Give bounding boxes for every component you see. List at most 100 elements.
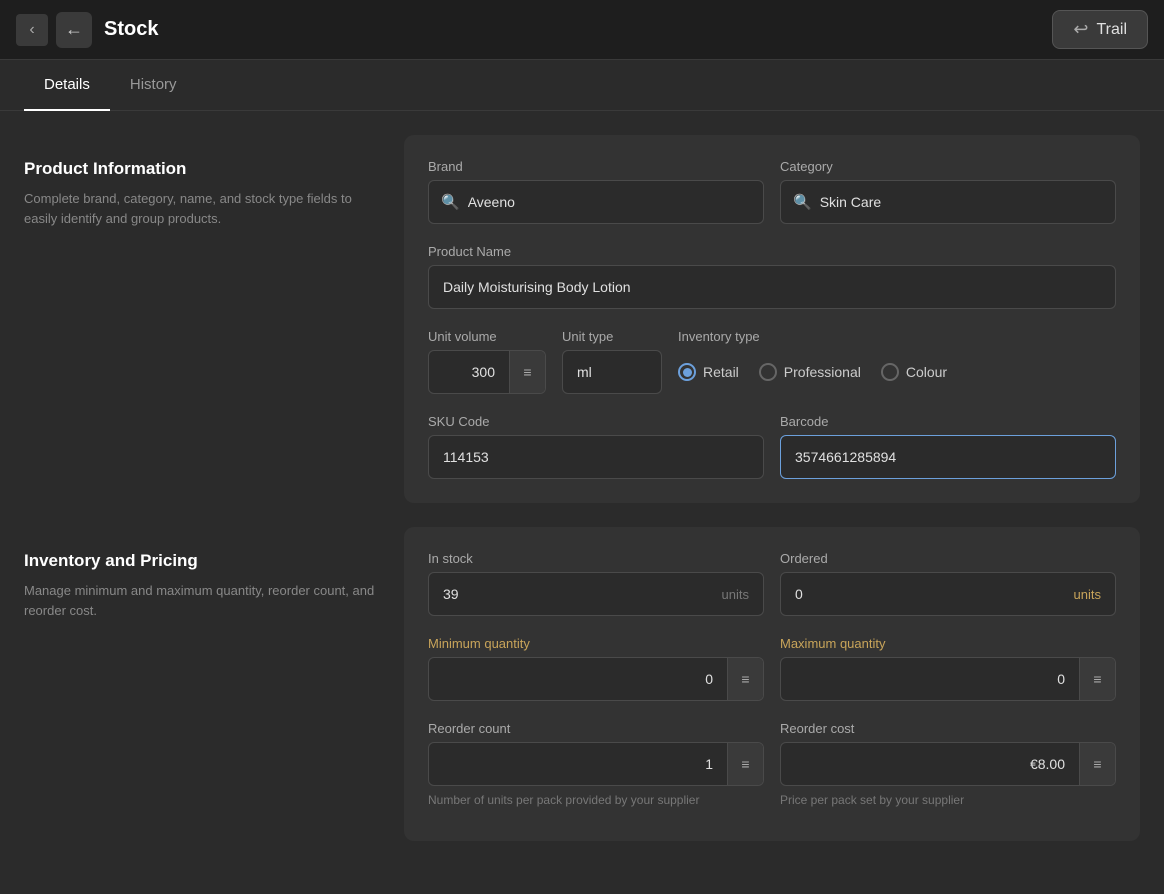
max-qty-label: Maximum quantity <box>780 636 1116 651</box>
reorder-cost-hint: Price per pack set by your supplier <box>780 792 1116 809</box>
category-label: Category <box>780 159 1116 174</box>
tab-details[interactable]: Details <box>24 60 110 111</box>
inventory-type-radio-group: Retail Professional Colour <box>678 350 1116 394</box>
radio-colour[interactable]: Colour <box>881 363 947 381</box>
tab-history[interactable]: History <box>110 60 197 111</box>
outer-nav-button[interactable]: ‹ <box>16 14 48 46</box>
unit-volume-label: Unit volume <box>428 329 546 344</box>
unit-volume-input[interactable] <box>429 364 509 380</box>
in-stock-input[interactable] <box>443 586 714 602</box>
brand-input-wrap[interactable]: 🔍 <box>428 180 764 224</box>
stepper-icon: ≡ <box>1093 756 1101 772</box>
chevron-left-icon: ‹ <box>29 21 34 39</box>
reorder-cost-field: Reorder cost ≡ Price per pack set by you… <box>780 721 1116 809</box>
reorder-cost-input[interactable] <box>781 756 1079 772</box>
radio-colour-label: Colour <box>906 364 947 380</box>
sku-label: SKU Code <box>428 414 764 429</box>
inventory-title: Inventory and Pricing <box>24 551 380 571</box>
product-name-label: Product Name <box>428 244 1116 259</box>
unit-type-input[interactable] <box>562 350 662 394</box>
category-input-wrap[interactable]: 🔍 <box>780 180 1116 224</box>
max-qty-field: Maximum quantity ≡ <box>780 636 1116 701</box>
unit-type-label: Unit type <box>562 329 662 344</box>
reorder-count-input-wrap: ≡ <box>428 742 764 786</box>
min-qty-label: Minimum quantity <box>428 636 764 651</box>
in-stock-input-wrap: units <box>428 572 764 616</box>
radio-retail-circle <box>678 363 696 381</box>
product-name-field: Product Name <box>428 244 1116 309</box>
barcode-input[interactable] <box>795 449 1101 465</box>
product-info-desc: Complete brand, category, name, and stoc… <box>24 189 380 228</box>
reorder-count-label: Reorder count <box>428 721 764 736</box>
radio-retail-label: Retail <box>703 364 739 380</box>
barcode-label: Barcode <box>780 414 1116 429</box>
undo-icon: ↩ <box>1073 19 1088 40</box>
reorder-cost-stepper[interactable]: ≡ <box>1079 742 1115 786</box>
min-max-row: Minimum quantity ≡ Maximum quantity ≡ <box>428 636 1116 701</box>
unit-volume-input-wrap: ≡ <box>428 350 546 394</box>
stepper-icon: ≡ <box>523 364 531 380</box>
page-title: Stock <box>104 18 1052 41</box>
max-qty-stepper[interactable]: ≡ <box>1079 657 1115 701</box>
reorder-cost-label: Reorder cost <box>780 721 1116 736</box>
top-bar: ‹ ← Stock ↩ Trail <box>0 0 1164 60</box>
brand-field: Brand 🔍 <box>428 159 764 224</box>
inventory-section: Inventory and Pricing Manage minimum and… <box>24 527 1140 865</box>
radio-professional-label: Professional <box>784 364 861 380</box>
category-input[interactable] <box>820 194 1103 210</box>
product-info-section: Product Information Complete brand, cate… <box>24 135 1140 527</box>
sku-field: SKU Code <box>428 414 764 479</box>
inventory-desc: Manage minimum and maximum quantity, reo… <box>24 581 380 620</box>
radio-retail[interactable]: Retail <box>678 363 739 381</box>
ordered-input[interactable] <box>795 586 1066 602</box>
inventory-form: In stock units Ordered units <box>404 527 1140 841</box>
brand-category-row: Brand 🔍 Category 🔍 <box>428 159 1116 224</box>
min-qty-input[interactable] <box>429 671 727 687</box>
max-qty-input-wrap: ≡ <box>780 657 1116 701</box>
reorder-count-field: Reorder count ≡ Number of units per pack… <box>428 721 764 809</box>
barcode-field: Barcode <box>780 414 1116 479</box>
inventory-type-label: Inventory type <box>678 329 1116 344</box>
product-info-left: Product Information Complete brand, cate… <box>24 135 404 527</box>
product-info-form: Brand 🔍 Category 🔍 Product Name <box>404 135 1140 503</box>
brand-input[interactable] <box>468 194 751 210</box>
in-stock-units: units <box>722 587 749 602</box>
unit-volume-stepper[interactable]: ≡ <box>509 350 545 394</box>
product-info-title: Product Information <box>24 159 380 179</box>
radio-colour-circle <box>881 363 899 381</box>
sku-barcode-row: SKU Code Barcode <box>428 414 1116 479</box>
trail-label: Trail <box>1096 21 1127 39</box>
max-qty-input[interactable] <box>781 671 1079 687</box>
radio-professional[interactable]: Professional <box>759 363 861 381</box>
reorder-count-input[interactable] <box>429 756 727 772</box>
ordered-label: Ordered <box>780 551 1116 566</box>
inventory-left: Inventory and Pricing Manage minimum and… <box>24 527 404 865</box>
trail-button[interactable]: ↩ Trail <box>1052 10 1148 49</box>
sku-input[interactable] <box>428 435 764 479</box>
main-content: Product Information Complete brand, cate… <box>0 111 1164 889</box>
reorder-count-stepper[interactable]: ≡ <box>727 742 763 786</box>
unit-inventory-row: Unit volume ≡ Unit type Inventory type <box>428 329 1116 394</box>
brand-label: Brand <box>428 159 764 174</box>
ordered-units: units <box>1074 587 1101 602</box>
back-button[interactable]: ← <box>56 12 92 48</box>
product-name-input[interactable] <box>428 265 1116 309</box>
radio-professional-circle <box>759 363 777 381</box>
in-stock-label: In stock <box>428 551 764 566</box>
in-stock-field: In stock units <box>428 551 764 616</box>
unit-volume-field: Unit volume ≡ <box>428 329 546 394</box>
stepper-icon: ≡ <box>1093 671 1101 687</box>
min-qty-field: Minimum quantity ≡ <box>428 636 764 701</box>
reorder-count-hint: Number of units per pack provided by you… <box>428 792 764 809</box>
ordered-field: Ordered units <box>780 551 1116 616</box>
min-qty-stepper[interactable]: ≡ <box>727 657 763 701</box>
category-search-icon: 🔍 <box>793 193 812 211</box>
unit-type-field: Unit type <box>562 329 662 394</box>
stock-ordered-row: In stock units Ordered units <box>428 551 1116 616</box>
stepper-icon: ≡ <box>741 756 749 772</box>
barcode-input-wrap[interactable] <box>780 435 1116 479</box>
brand-search-icon: 🔍 <box>441 193 460 211</box>
inventory-type-field: Inventory type Retail Professional Co <box>678 329 1116 394</box>
tab-bar: Details History <box>0 60 1164 111</box>
reorder-cost-input-wrap: ≡ <box>780 742 1116 786</box>
